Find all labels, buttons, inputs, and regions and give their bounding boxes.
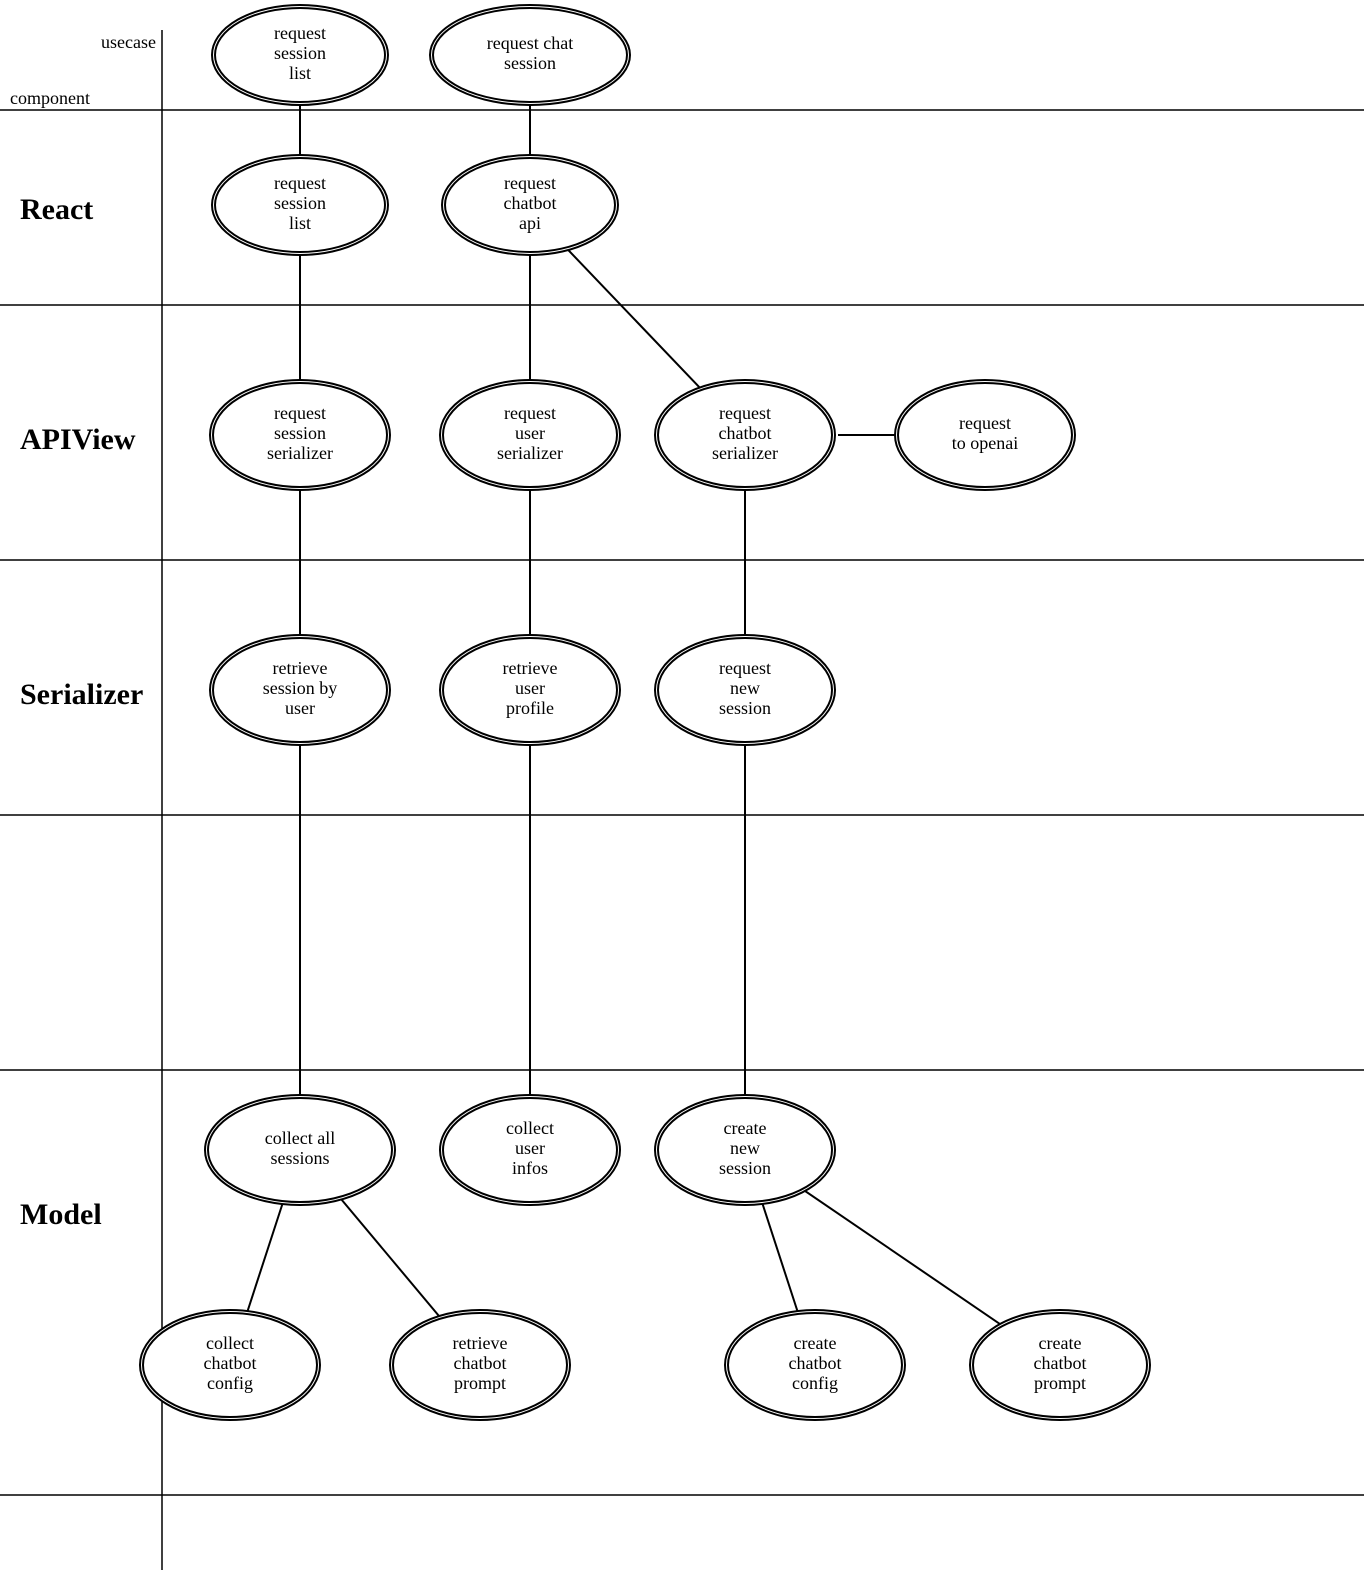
svg-text:requestchatbotserializer: requestchatbotserializer [712,403,778,463]
node-react-chatbot-api: requestchatbotapi [442,155,618,255]
node-model-collect-config: collectchatbotconfig [140,1310,320,1420]
node-api-session-serializer: requestsessionserializer [210,380,390,490]
node-serializer-new-session: requestnewsession [655,635,835,745]
node-model-create-prompt: createchatbotprompt [970,1310,1150,1420]
node-model-collect-sessions: collect allsessions [205,1095,395,1205]
node-serializer-session: retrievesession byuser [210,635,390,745]
svg-text:retrievechatbotprompt: retrievechatbotprompt [453,1333,508,1393]
node-model-create-session: createnewsession [655,1095,835,1205]
node-request-session-list-usecase: requestsessionlist [212,5,388,105]
node-model-create-config: createchatbotconfig [725,1310,905,1420]
row-label-react: React [20,193,93,226]
svg-text:collectchatbotconfig: collectchatbotconfig [204,1333,257,1393]
node-serializer-user: retrieveuserprofile [440,635,620,745]
node-react-session-list: requestsessionlist [212,155,388,255]
axis-usecase-label: usecase [101,32,156,52]
node-request-chat-session-usecase: request chatsession [430,5,630,105]
node-model-retrieve-prompt: retrievechatbotprompt [390,1310,570,1420]
node-api-user-serializer: requestuserserializer [440,380,620,490]
node-model-collect-user: collectuserinfos [440,1095,620,1205]
node-api-openai: requestto openai [895,380,1075,490]
svg-text:createchatbotprompt: createchatbotprompt [1034,1333,1087,1393]
svg-text:createchatbotconfig: createchatbotconfig [789,1333,842,1393]
svg-text:collect allsessions: collect allsessions [265,1128,335,1168]
svg-text:requestto openai: requestto openai [952,413,1018,453]
row-label-serializer: Serializer [20,678,143,711]
node-api-chatbot-serializer: requestchatbotserializer [655,380,835,490]
row-label-model: Model [20,1198,102,1231]
axis-component-label: component [10,88,90,108]
diagram-canvas: usecase component React APIView Serializ… [0,0,1364,1570]
row-label-apiview: APIView [20,423,136,456]
svg-text:requestsessionserializer: requestsessionserializer [267,403,333,463]
